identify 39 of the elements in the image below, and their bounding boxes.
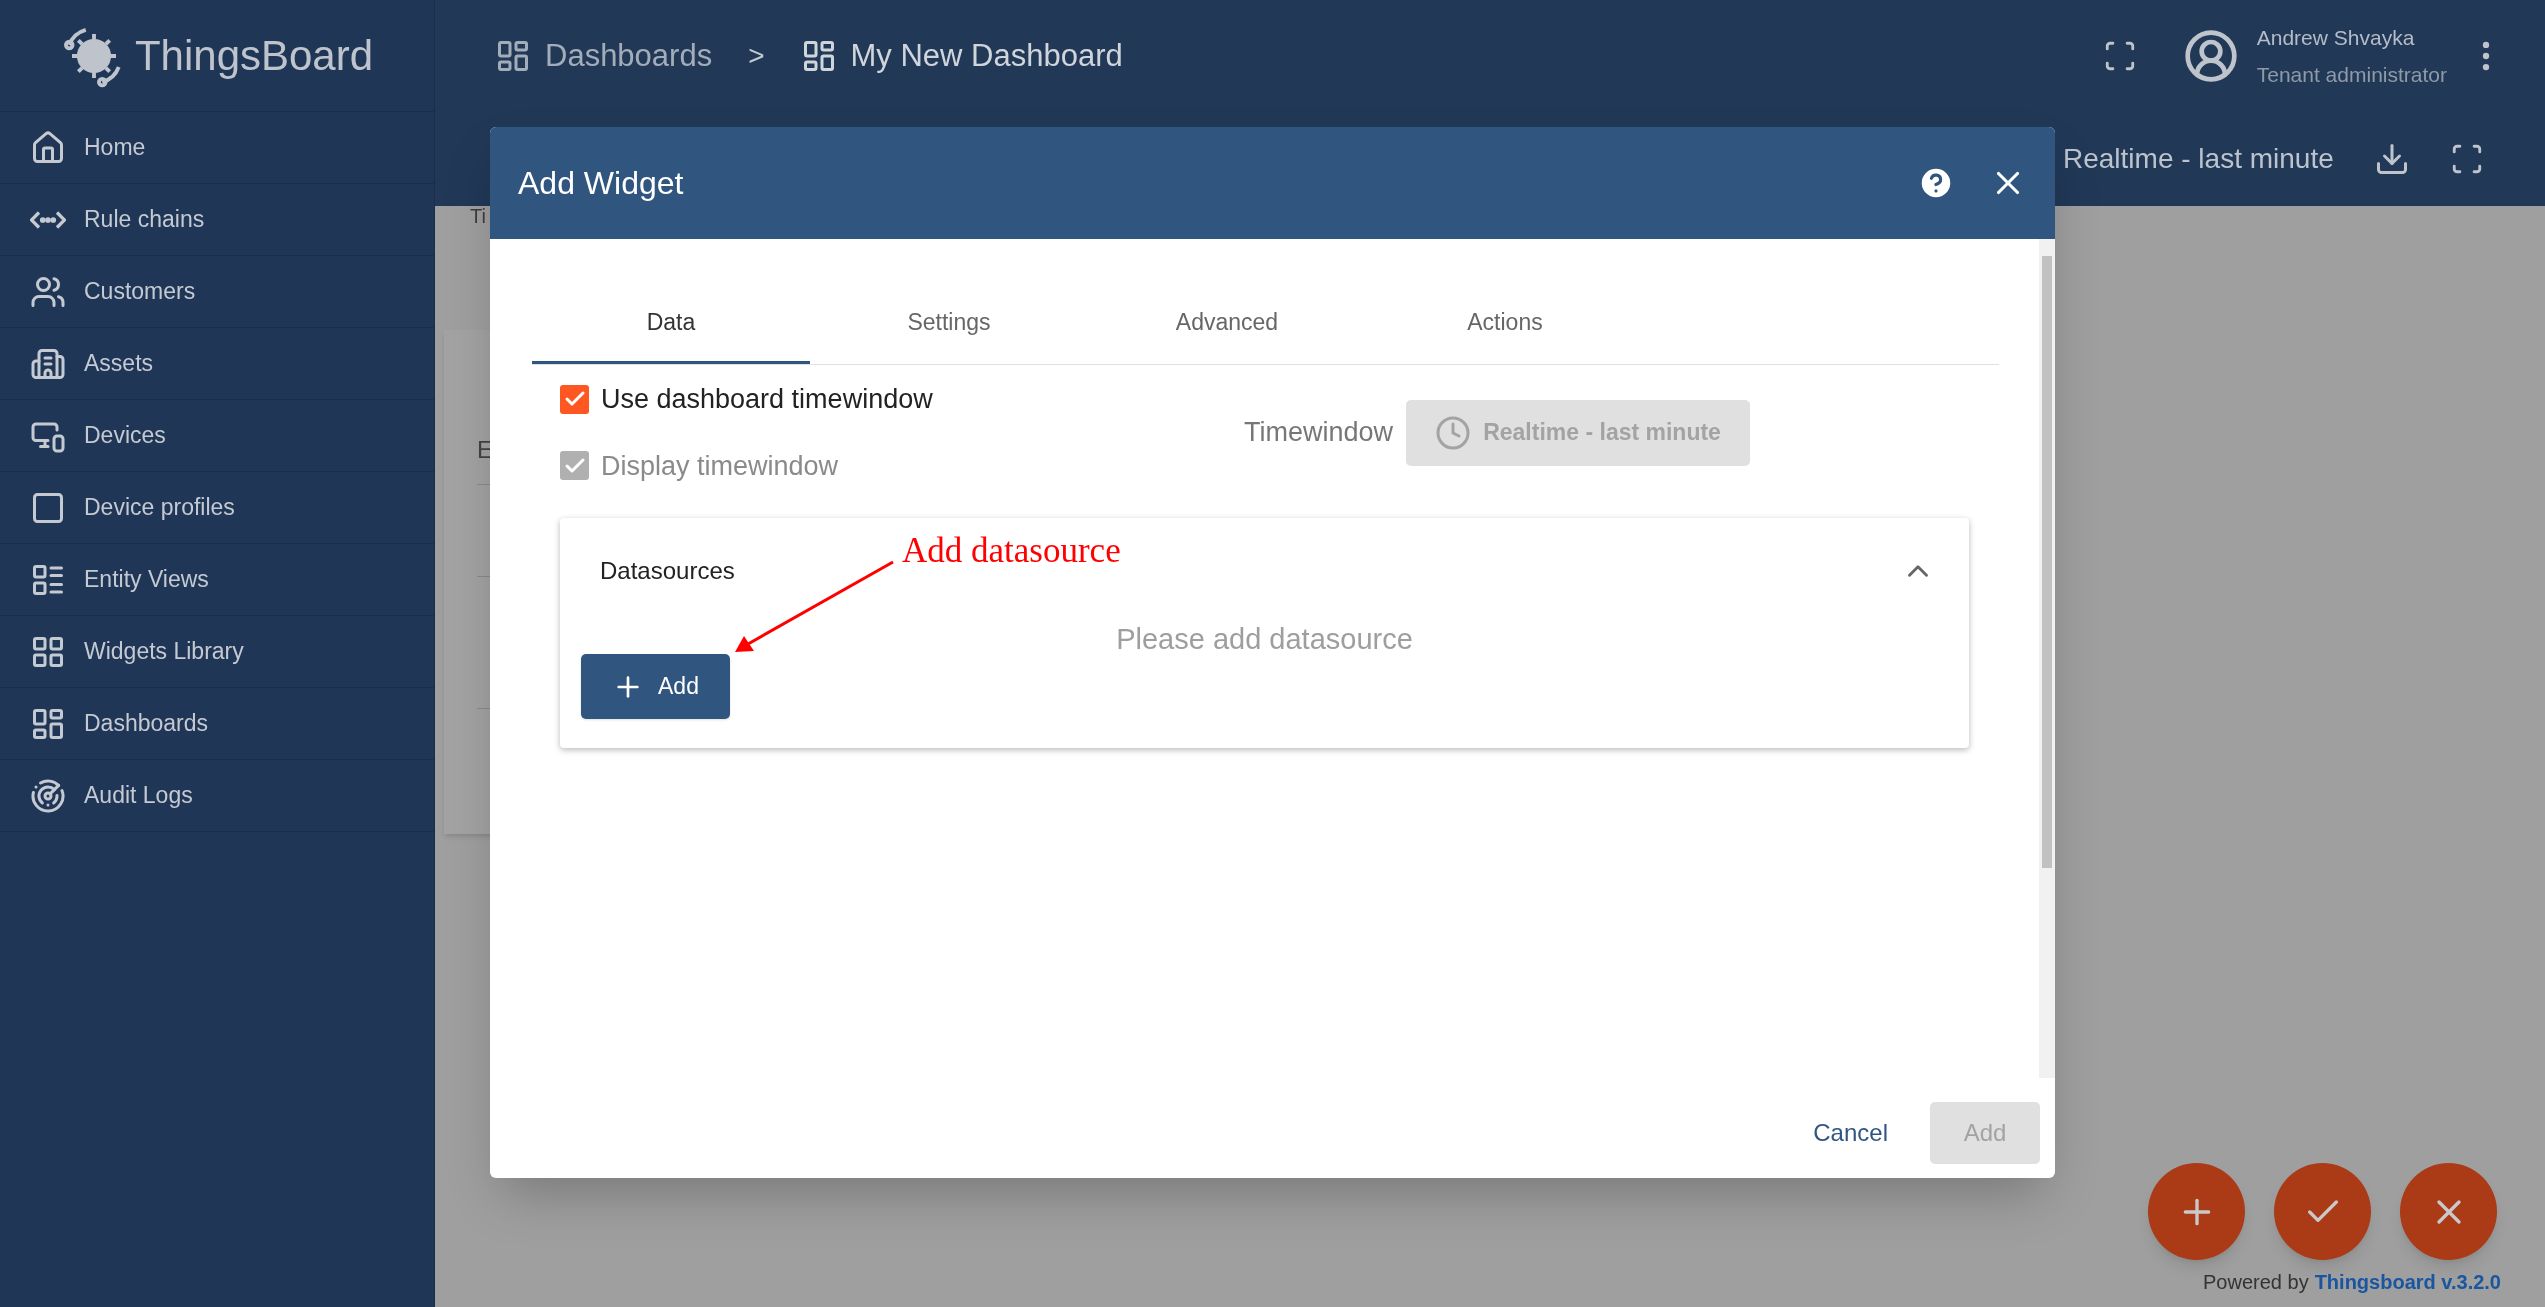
breadcrumb-link[interactable]: My New Dashboard [800, 32, 1123, 80]
sidebar-item[interactable]: Audit Logs [0, 760, 434, 832]
dialog-title: Add Widget [518, 164, 684, 203]
timewindow-label: Timewindow [1244, 416, 1394, 450]
user-role: Tenant administrator [2256, 62, 2447, 88]
annotation-text: Add datasource [902, 530, 1121, 572]
home-icon [30, 129, 66, 166]
timewindow-text[interactable]: Realtime - last minute [2063, 138, 2334, 180]
clock-icon [1435, 414, 1472, 451]
tab[interactable]: Settings [810, 284, 1088, 364]
sidebar-item[interactable]: Rule chains [0, 184, 434, 256]
radar-icon [30, 777, 66, 814]
checkbox-label: Display timewindow [601, 449, 839, 483]
sidebar-item[interactable]: Entity Views [0, 544, 434, 616]
empty-message: Please add datasource [1116, 624, 1413, 654]
tab[interactable]: Advanced [1088, 284, 1366, 364]
tab[interactable]: Data [532, 284, 810, 364]
scrollbar[interactable] [2039, 239, 2055, 1078]
sidebar-item[interactable]: Assets [0, 328, 434, 400]
page-caption: Ti [470, 206, 487, 226]
sidebar-item[interactable]: Customers [0, 256, 434, 328]
sidebar-item[interactable]: Dashboards [0, 688, 434, 760]
dashboard-icon [495, 38, 531, 74]
avatar-icon[interactable] [2182, 28, 2239, 84]
breadcrumb-separator: > [748, 39, 765, 73]
breadcrumb-link[interactable]: Dashboards [495, 32, 713, 80]
footer-text: Powered by [2203, 1270, 2309, 1295]
logo-text: ThingsBoard [134, 31, 374, 81]
sidebar-item[interactable]: Home [0, 112, 434, 184]
checkbox[interactable] [560, 384, 589, 414]
cancel-button[interactable]: Cancel [1813, 1102, 1888, 1164]
sidebar-item[interactable]: Devices [0, 400, 434, 472]
checkbox-label: Use dashboard timewindow [601, 383, 933, 416]
panel-title: Datasources [600, 556, 735, 586]
add-datasource-button[interactable]: Add [581, 654, 730, 719]
sidebar-item[interactable]: Widgets Library [0, 616, 434, 688]
user-name: Andrew Shvayka [2256, 24, 2416, 51]
tab[interactable]: Actions [1366, 284, 1644, 364]
sidebar-item[interactable]: Device profiles [0, 472, 434, 544]
